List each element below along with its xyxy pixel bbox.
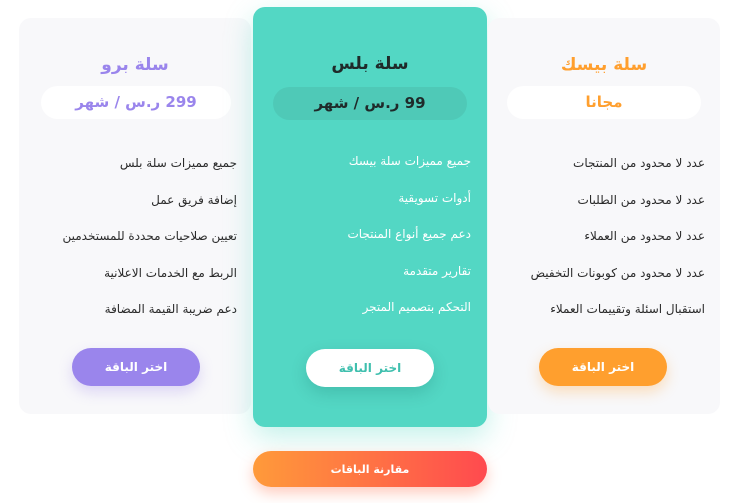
feature-item: جميع مميزات سلة بلس — [119, 156, 237, 170]
pricing-section: سلة برو 299 ر.س / شهر جميع مميزات سلة بل… — [0, 0, 742, 503]
feature-item: عدد لا محدود من العملاء — [584, 229, 705, 243]
feature-item: دعم ضريبة القيمة المضافة — [104, 302, 237, 316]
feature-item: الربط مع الخدمات الاعلانية — [104, 265, 237, 280]
plan-card-plus: سلة بلس 99 ر.س / شهر جميع مميزات سلة بيس… — [253, 7, 487, 427]
plan-title-plus: سلة بلس — [331, 54, 409, 74]
feature-item: التحكم بتصميم المتجر — [362, 300, 471, 314]
plan-features-basic: عدد لا محدود من المنتجات عدد لا محدود من… — [531, 156, 705, 339]
choose-plan-button-plus[interactable]: اختر الباقة — [306, 349, 434, 387]
plan-price-plus: 99 ر.س / شهر — [273, 87, 467, 120]
feature-item: عدد لا محدود من الطلبات — [577, 192, 705, 207]
plan-features-pro: جميع مميزات سلة بلس إضافة فريق عمل تعيين… — [62, 156, 237, 339]
feature-item: عدد لا محدود من المنتجات — [573, 156, 705, 170]
feature-item: دعم جميع أنواع المنتجات — [347, 227, 471, 241]
plan-title-pro: سلة برو — [101, 55, 169, 75]
compare-plans-button[interactable]: مقارنة الباقات — [253, 451, 487, 487]
plan-card-pro: سلة برو 299 ر.س / شهر جميع مميزات سلة بل… — [19, 18, 251, 414]
choose-plan-button-pro[interactable]: اختر الباقة — [72, 348, 200, 386]
feature-item: أدوات تسويقية — [398, 190, 471, 205]
feature-item: استقبال اسئلة وتقييمات العملاء — [550, 302, 705, 316]
plan-card-basic: سلة بيسك مجانا عدد لا محدود من المنتجات … — [488, 18, 720, 414]
feature-item: تقارير متقدمة — [403, 263, 471, 278]
plan-price-pro: 299 ر.س / شهر — [41, 86, 231, 119]
plan-features-plus: جميع مميزات سلة بيسك أدوات تسويقية دعم ج… — [347, 154, 471, 337]
plan-price-basic: مجانا — [507, 86, 701, 119]
feature-item: إضافة فريق عمل — [151, 192, 237, 207]
choose-plan-button-basic[interactable]: اختر الباقة — [539, 348, 667, 386]
feature-item: عدد لا محدود من كوبونات التخفيض — [530, 265, 705, 280]
feature-item: جميع مميزات سلة بيسك — [348, 154, 471, 168]
feature-item: تعيين صلاحيات محددة للمستخدمين — [62, 229, 237, 243]
plan-title-basic: سلة بيسك — [560, 55, 648, 75]
